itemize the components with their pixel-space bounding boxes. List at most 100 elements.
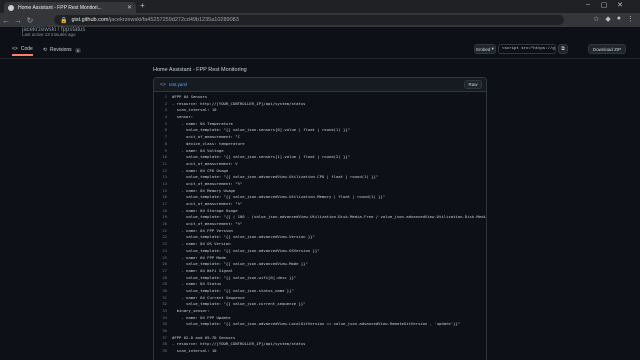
code-line: 36 <box>154 328 486 335</box>
line-text: value_template: "{{ value_json.sensors[1… <box>172 154 351 160</box>
file-code-icon: <> <box>160 81 166 88</box>
reload-icon[interactable]: ↻ <box>24 16 36 25</box>
line-text: scan_interval: 10 <box>172 348 217 354</box>
line-text: - name: 04 Temperature <box>172 120 233 126</box>
file-box: <> rest.yaml Raw 1 #FPP 04 Sensors 2- reso… <box>153 77 487 360</box>
line-number[interactable]: 10 <box>154 154 172 161</box>
line-text: unit_of_measurement: V <box>172 160 238 166</box>
profile-icon[interactable]: ● <box>617 15 621 23</box>
line-number[interactable]: 22 <box>154 234 172 241</box>
copy-icon[interactable]: ⧉ <box>558 44 568 54</box>
file-header: <> rest.yaml Raw <box>154 78 486 92</box>
code-line: 6 value_template: "{{ value_json.sensors… <box>154 127 486 134</box>
line-number[interactable]: 21 <box>154 228 172 235</box>
code-line: 26 value_template: "{{ value_json.advanc… <box>154 261 486 268</box>
line-number[interactable]: 12 <box>154 168 172 175</box>
line-number[interactable]: 32 <box>154 301 172 308</box>
file-name-link[interactable]: rest.yaml <box>169 82 187 87</box>
code-line: 9 - name: 04 Voltage <box>154 148 486 155</box>
line-number[interactable]: 20 <box>154 221 172 228</box>
close-icon[interactable]: ✕ <box>127 4 132 11</box>
line-number[interactable]: 25 <box>154 255 172 262</box>
line-number[interactable]: 27 <box>154 268 172 275</box>
maximize-icon[interactable]: ▢ <box>596 1 612 9</box>
bookmark-star-icon[interactable]: ☆ <box>593 15 599 23</box>
line-number[interactable]: 35 <box>154 321 172 328</box>
line-number[interactable]: 1 <box>154 94 172 101</box>
download-zip-button[interactable]: Download ZIP <box>588 44 626 54</box>
new-tab-icon[interactable]: + <box>140 1 145 10</box>
extensions-icon[interactable]: ◆ <box>605 15 610 23</box>
line-number[interactable]: 36 <box>154 328 172 335</box>
line-number[interactable]: 2 <box>154 101 172 108</box>
tab-revisions-label: Revisions <box>50 47 72 53</box>
back-icon[interactable]: ← <box>0 16 12 25</box>
line-number[interactable]: 11 <box>154 161 172 168</box>
code-icon: <> <box>12 46 18 52</box>
line-text: #FPP 02-D and 05-7D Sensors <box>172 334 236 340</box>
gist-tabs: <> Code ⟲ Revisions 6 <box>12 44 81 56</box>
browser-tab[interactable]: Home Assistant - FPP Rest Monitori... ✕ <box>4 2 136 13</box>
line-number[interactable]: 18 <box>154 208 172 215</box>
code-line: 14 unit_of_measurement: "%" <box>154 181 486 188</box>
line-text: scan_interval: 10 <box>172 107 217 113</box>
line-text: value_template: "{{ value_json.advancedV… <box>172 174 379 180</box>
code-line: 8 device_class: temperature <box>154 141 486 148</box>
line-number[interactable]: 24 <box>154 248 172 255</box>
line-number[interactable]: 14 <box>154 181 172 188</box>
line-number[interactable]: 26 <box>154 261 172 268</box>
line-number[interactable]: 5 <box>154 121 172 128</box>
line-text: - name: 04 FPP Version <box>172 227 233 233</box>
line-number[interactable]: 30 <box>154 288 172 295</box>
line-number[interactable]: 29 <box>154 281 172 288</box>
code-line: 35 value_template: "{{ value_json.advanc… <box>154 321 486 328</box>
window-close-icon[interactable]: ✕ <box>612 1 628 9</box>
menu-icon[interactable]: ⋮ <box>627 15 634 23</box>
line-number[interactable]: 38 <box>154 341 172 348</box>
code-line: 3 scan_interval: 10 <box>154 107 486 114</box>
code-line: 38- resource: http://[YOUR_CONTROLLER_IP… <box>154 341 486 348</box>
line-number[interactable]: 31 <box>154 295 172 302</box>
url-input[interactable]: 🔒 gist.github.com/jacekrzewski/fa4525725… <box>54 15 564 25</box>
code-line: 28 value_template: "{{ value_json.wifi[0… <box>154 275 486 282</box>
line-number[interactable]: 16 <box>154 194 172 201</box>
line-number[interactable]: 7 <box>154 134 172 141</box>
line-number[interactable]: 28 <box>154 275 172 282</box>
line-text: - name: 04 Memory Usage <box>172 187 236 193</box>
minimize-icon[interactable]: – <box>580 1 596 9</box>
embed-dropdown[interactable]: Embed ▾ <box>474 44 496 54</box>
code-line: 22 value_template: "{{ value_json.advanc… <box>154 234 486 241</box>
code-line: 13 value_template: "{{ value_json.advanc… <box>154 174 486 181</box>
line-number[interactable]: 6 <box>154 127 172 134</box>
line-number[interactable]: 34 <box>154 315 172 322</box>
tab-revisions[interactable]: ⟲ Revisions 6 <box>43 44 81 56</box>
code-line: 7 unit_of_measurement: °C <box>154 134 486 141</box>
line-number[interactable]: 17 <box>154 201 172 208</box>
line-number[interactable]: 13 <box>154 174 172 181</box>
lock-icon: 🔒 <box>60 17 68 24</box>
revisions-count: 6 <box>74 47 81 53</box>
tab-code[interactable]: <> Code <box>12 44 33 56</box>
line-number[interactable]: 15 <box>154 188 172 195</box>
code-line: 10 value_template: "{{ value_json.sensor… <box>154 154 486 161</box>
line-text: - name: 04 OS Version <box>172 241 231 247</box>
line-text: - resource: http://[YOUR_CONTROLLER_IP]/… <box>172 341 306 347</box>
line-number[interactable]: 4 <box>154 114 172 121</box>
line-number[interactable]: 8 <box>154 141 172 148</box>
embed-input[interactable]: <script src="https://gi <box>498 44 556 54</box>
forward-icon[interactable]: → <box>12 16 24 25</box>
line-number[interactable]: 23 <box>154 241 172 248</box>
line-text: value_template: "{{ value_json.advancedV… <box>172 247 320 253</box>
code-line: 11 unit_of_measurement: V <box>154 161 486 168</box>
line-number[interactable]: 37 <box>154 335 172 342</box>
raw-button[interactable]: Raw <box>464 80 482 89</box>
line-number[interactable]: 39 <box>154 348 172 355</box>
line-number[interactable]: 33 <box>154 308 172 315</box>
line-number[interactable]: 9 <box>154 148 172 155</box>
tab-title: Home Assistant - FPP Rest Monitori... <box>18 4 102 11</box>
line-number[interactable]: 3 <box>154 107 172 114</box>
code-line: 24 value_template: "{{ value_json.advanc… <box>154 248 486 255</box>
code-line: 15 - name: 04 Memory Usage <box>154 188 486 195</box>
line-number[interactable]: 19 <box>154 214 172 221</box>
code-line: 21 - name: 04 FPP Version <box>154 228 486 235</box>
